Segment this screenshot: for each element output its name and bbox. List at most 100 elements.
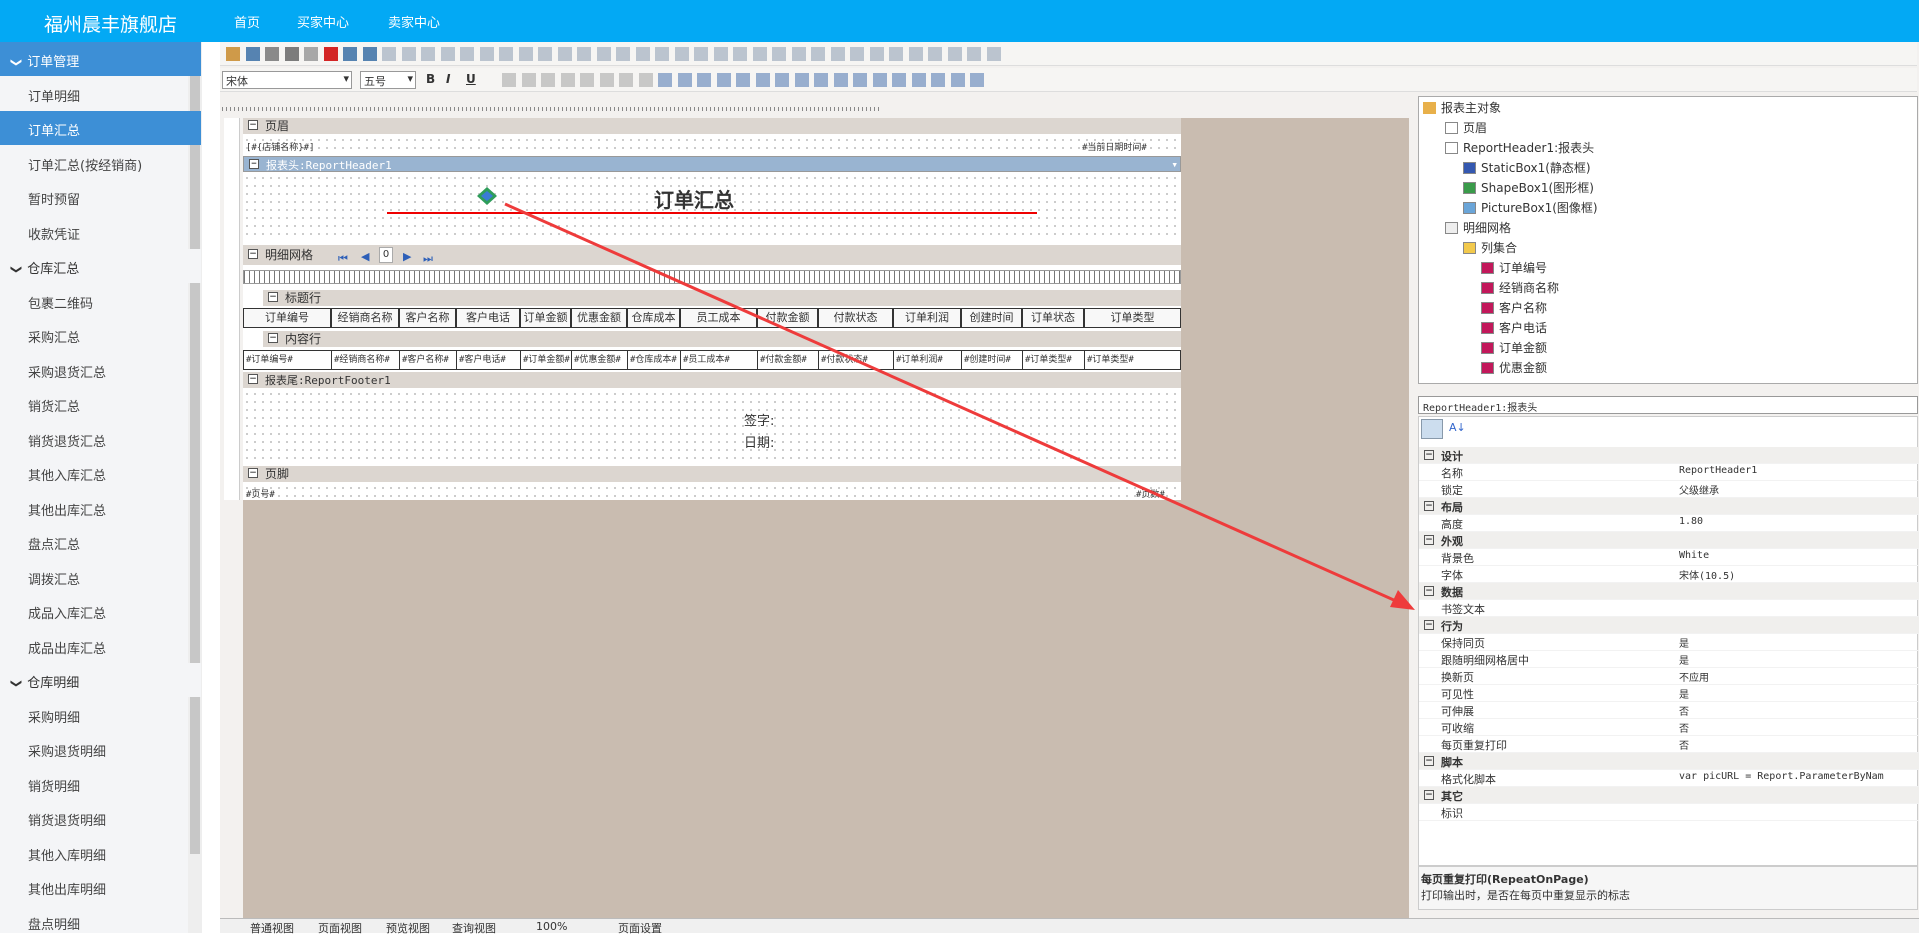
toolbar-icon[interactable] (382, 47, 396, 61)
property-row[interactable]: 字体 宋体(10.5) (1419, 566, 1919, 583)
tree-node[interactable]: PictureBox1(图像框) (1463, 199, 1598, 217)
band-title-row[interactable]: − 标题行 (263, 290, 1181, 306)
toolbar-icon[interactable] (869, 47, 884, 61)
sidebar-group[interactable]: ❯ 仓库明细 (0, 663, 201, 697)
toolbar-icon[interactable] (401, 47, 416, 61)
sign-label[interactable]: 签字: (744, 410, 774, 429)
tree-node[interactable]: 列集合 (1463, 239, 1517, 257)
property-row[interactable]: 可见性 是 (1419, 685, 1919, 702)
toolbar-icon[interactable] (928, 47, 942, 61)
sidebar-item[interactable]: 收款凭证 (0, 215, 201, 249)
tree-node[interactable]: 订单金额 (1481, 339, 1547, 357)
view-tab[interactable]: 页面视图 (318, 920, 362, 936)
format-icon[interactable] (716, 73, 731, 87)
format-icon[interactable] (677, 73, 692, 87)
format-icon[interactable] (892, 73, 906, 87)
tree-node[interactable]: 订单编号 (1481, 259, 1547, 277)
toolbar-icon[interactable] (518, 47, 533, 61)
property-value[interactable]: 不应用 (1679, 669, 1709, 684)
tree-node[interactable]: ShapeBox1(图形框) (1463, 179, 1594, 197)
property-category[interactable]: − 外观 (1419, 532, 1919, 549)
column-header[interactable]: 优惠金额 (571, 308, 627, 328)
sidebar-item[interactable]: 其他出库明细 (0, 870, 201, 904)
toolbar-icon[interactable] (752, 47, 767, 61)
format-icon[interactable] (599, 73, 614, 87)
sidebar-item[interactable]: 成品出库汇总 (0, 629, 201, 663)
sidebar-item[interactable]: 其他入库明细 (0, 836, 201, 870)
property-value[interactable]: var picURL = Report.ParameterByNam (1679, 771, 1884, 782)
page-number-input[interactable]: 0 (379, 247, 393, 263)
band-detail[interactable]: − 明细网格 ⏮ ◀ 0 ▶ ⏭ (243, 245, 1181, 265)
view-tab[interactable]: 普通视图 (250, 920, 294, 936)
datetime-field[interactable]: #当前日期时间# (1082, 140, 1147, 153)
toolbar-icon[interactable] (947, 47, 962, 61)
date-label[interactable]: 日期: (744, 432, 774, 451)
sidebar-item[interactable]: 销货明细 (0, 767, 201, 801)
tree-node[interactable]: ReportHeader1:报表头 (1445, 139, 1594, 157)
content-cell[interactable]: #仓库成本# (627, 350, 680, 370)
collapse-icon[interactable]: − (1424, 450, 1434, 460)
view-tab[interactable]: 100% (536, 920, 567, 933)
content-cell[interactable]: #订单类型# (1084, 350, 1181, 370)
tree-node[interactable]: 明细网格 (1445, 219, 1511, 237)
property-row[interactable]: 换新页 不应用 (1419, 668, 1919, 685)
collapse-icon[interactable]: − (1424, 756, 1434, 766)
column-header[interactable]: 订单金额 (520, 308, 571, 328)
sidebar-item[interactable]: 销货退货汇总 (0, 422, 201, 456)
content-cell[interactable]: #订单利润# (893, 350, 961, 370)
property-category[interactable]: − 数据 (1419, 583, 1919, 600)
sidebar-item[interactable]: 订单明细 (0, 77, 201, 111)
column-header[interactable]: 订单编号 (243, 308, 331, 328)
format-icon[interactable] (697, 73, 711, 87)
nav-next-icon[interactable]: ▶ (403, 247, 411, 267)
column-header[interactable]: 客户名称 (399, 308, 456, 328)
format-icon[interactable] (755, 73, 770, 87)
format-icon[interactable] (970, 73, 984, 87)
collapse-icon[interactable]: − (1424, 586, 1434, 596)
toolbar-icon[interactable] (440, 47, 455, 61)
nav-first-icon[interactable]: ⏮ (338, 249, 348, 269)
band-page-footer[interactable]: − 页脚 (243, 466, 1181, 482)
sidebar-item[interactable]: 采购汇总 (0, 318, 201, 352)
property-row[interactable]: 名称 ReportHeader1 (1419, 464, 1919, 481)
collapse-icon[interactable]: − (1424, 535, 1434, 545)
property-value[interactable]: 宋体(10.5) (1679, 567, 1735, 582)
sidebar-item[interactable]: 采购退货明细 (0, 732, 201, 766)
toolbar-icon[interactable] (986, 47, 1001, 61)
tree-node[interactable]: 优惠金额 (1481, 359, 1547, 377)
property-category[interactable]: − 设计 (1419, 447, 1919, 464)
report-footer-area[interactable] (243, 390, 1181, 464)
property-value[interactable]: White (1679, 550, 1709, 561)
property-row[interactable]: 跟随明细网格居中 是 (1419, 651, 1919, 668)
toolbar-icon[interactable] (674, 47, 689, 61)
toolbar-icon[interactable] (226, 47, 240, 61)
sidebar-item[interactable]: 成品入库汇总 (0, 594, 201, 628)
property-category[interactable]: − 行为 (1419, 617, 1919, 634)
sidebar-group[interactable]: ❯ 订单管理 (0, 42, 201, 76)
property-value[interactable]: 否 (1679, 720, 1689, 735)
column-header[interactable]: 客户电话 (456, 308, 520, 328)
tree-root[interactable]: 报表主对象 (1423, 99, 1501, 117)
toolbar-icon[interactable] (889, 47, 903, 61)
content-cell[interactable]: #订单类型# (1022, 350, 1084, 370)
sidebar-item[interactable]: 其他出库汇总 (0, 491, 201, 525)
sidebar-item[interactable]: 盘点汇总 (0, 525, 201, 559)
nav-buyer[interactable]: 买家中心 (297, 12, 349, 31)
toolbar-icon[interactable] (265, 47, 279, 61)
property-value[interactable]: 是 (1679, 686, 1689, 701)
sidebar-item[interactable]: 销货汇总 (0, 387, 201, 421)
sort-az-icon[interactable]: A↓ (1449, 421, 1466, 434)
content-cell[interactable]: #优惠金额# (571, 350, 627, 370)
format-icon[interactable] (775, 73, 789, 87)
band-report-header[interactable]: − 报表头:ReportHeader1 (243, 156, 1181, 173)
view-tab[interactable]: 查询视图 (452, 920, 496, 936)
format-icon[interactable] (638, 73, 653, 87)
toolbar-icon[interactable] (343, 47, 357, 61)
property-row[interactable]: 锁定 父级继承 (1419, 481, 1919, 498)
tree-node[interactable]: StaticBox1(静态框) (1463, 159, 1591, 177)
nav-last-icon[interactable]: ⏭ (423, 249, 433, 269)
property-row[interactable]: 可伸展 否 (1419, 702, 1919, 719)
report-title[interactable]: 订单汇总 (654, 184, 734, 213)
toolbar-icon[interactable] (284, 47, 299, 61)
content-cell[interactable]: #客户名称# (399, 350, 456, 370)
